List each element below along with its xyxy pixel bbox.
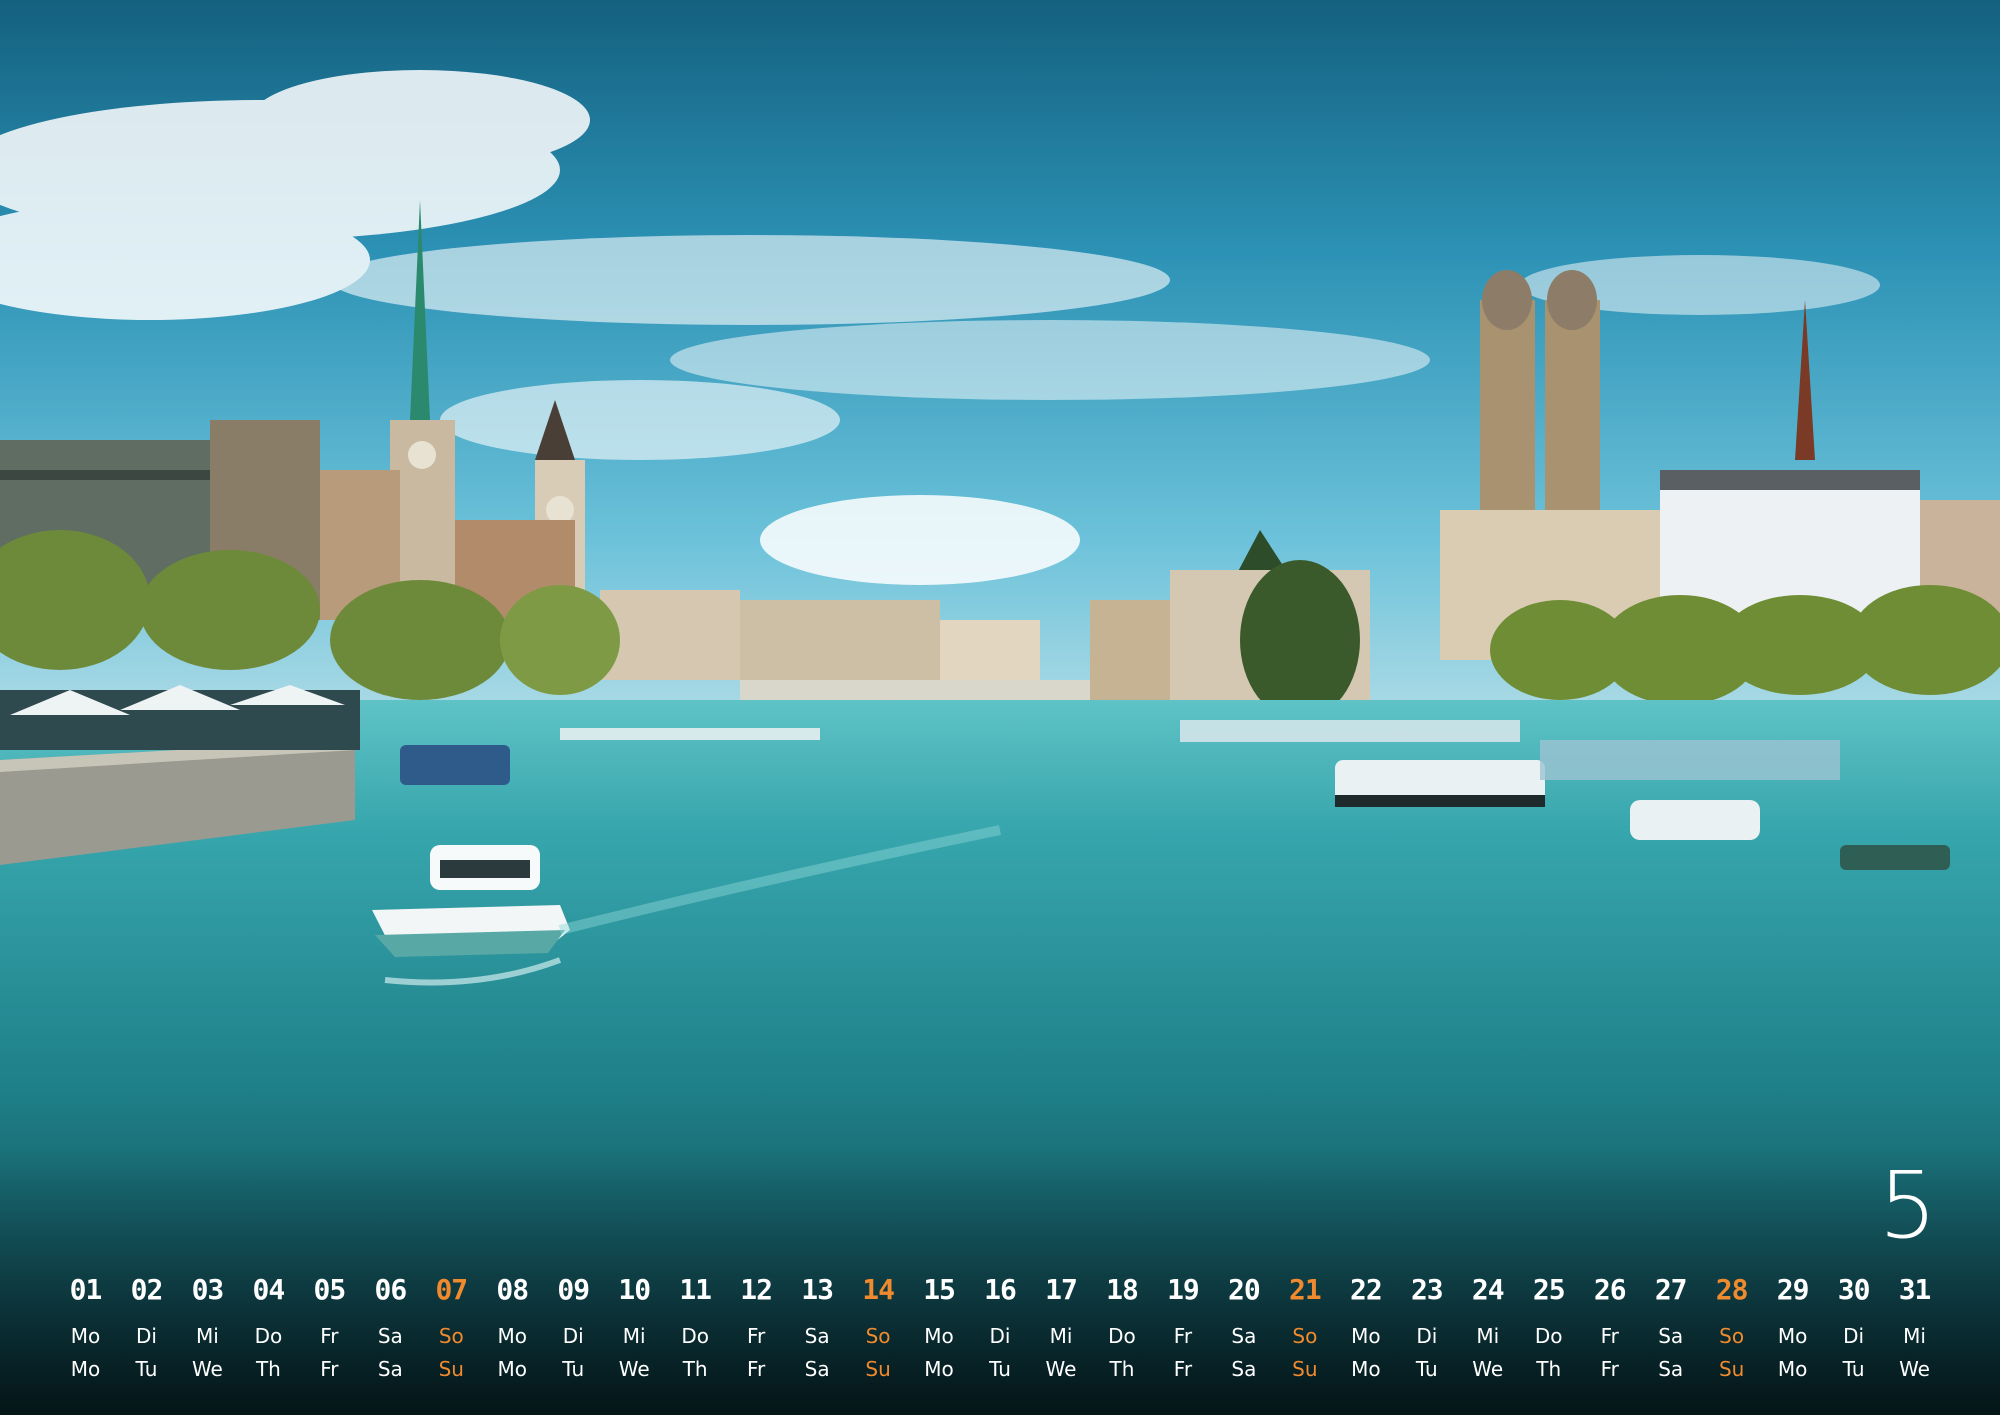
weekday-en: Sa bbox=[1231, 1357, 1257, 1381]
weekday-de: Fr bbox=[747, 1324, 766, 1348]
weekday-de: Mi bbox=[1049, 1324, 1073, 1348]
weekday-en: Su bbox=[1718, 1357, 1745, 1381]
weekday-en: Fr bbox=[1600, 1357, 1619, 1381]
weekday-en: Mo bbox=[70, 1357, 101, 1381]
weekday-en: Tu bbox=[562, 1357, 585, 1381]
weekday-de: So bbox=[1292, 1324, 1318, 1348]
weekday-en: Th bbox=[1109, 1357, 1135, 1381]
weekday-en: Fr bbox=[1173, 1357, 1193, 1381]
day-number: 06 bbox=[374, 1273, 407, 1306]
weekday-de: Sa bbox=[1658, 1324, 1684, 1348]
weekday-en: Tu bbox=[1842, 1357, 1865, 1381]
weekday-de-row: Mo Di Mi Do Fr Sa So Mo Di Mi Do Fr Sa So Mo Di Mi Do Fr Sa… bbox=[55, 1324, 1945, 1348]
weekday-de: Mi bbox=[196, 1324, 219, 1348]
weekday-en: Tu bbox=[1415, 1357, 1438, 1381]
weekday-en: We bbox=[191, 1357, 223, 1381]
weekday-de: Mo bbox=[924, 1324, 954, 1348]
weekday-de: Di bbox=[135, 1324, 157, 1348]
day-number: 25 bbox=[1532, 1273, 1566, 1306]
weekday-de: Do bbox=[1534, 1324, 1563, 1348]
day-number: 21 bbox=[1289, 1273, 1322, 1306]
day-number: 16 bbox=[984, 1273, 1017, 1306]
weekday-de: Do bbox=[254, 1324, 283, 1348]
day-number: 15 bbox=[923, 1273, 956, 1306]
weekday-de: Fr bbox=[1173, 1324, 1193, 1348]
day-number: 23 bbox=[1410, 1273, 1444, 1306]
day-number: 22 bbox=[1349, 1273, 1383, 1306]
weekday-de: So bbox=[865, 1324, 891, 1348]
day-number: 14 bbox=[862, 1273, 895, 1306]
day-number: 28 bbox=[1715, 1273, 1749, 1306]
day-number: 11 bbox=[679, 1273, 712, 1306]
weekday-de: Mo bbox=[497, 1324, 528, 1348]
weekday-de: So bbox=[1719, 1324, 1745, 1348]
day-number: 01 bbox=[69, 1273, 103, 1306]
weekday-de: Mo bbox=[1777, 1324, 1808, 1348]
weekday-de: Do bbox=[681, 1324, 709, 1348]
day-number: 12 bbox=[740, 1273, 773, 1306]
weekday-en: Tu bbox=[989, 1357, 1011, 1381]
weekday-en: Su bbox=[438, 1357, 464, 1381]
day-number: 27 bbox=[1654, 1273, 1688, 1306]
weekday-de: Di bbox=[989, 1324, 1011, 1348]
weekday-en: Fr bbox=[747, 1357, 766, 1381]
day-number: 02 bbox=[130, 1273, 164, 1306]
weekday-en: Sa bbox=[1658, 1357, 1684, 1381]
zurich-river-photo bbox=[0, 0, 2000, 1415]
day-numbers-row: 01 02 03 04 05 06 07 08 09 10 11 12 13 14 15 16 17 18 19 20… bbox=[55, 1273, 1945, 1306]
day-number: 13 bbox=[801, 1273, 834, 1306]
weekday-en: Mo bbox=[497, 1357, 528, 1381]
weekday-de: So bbox=[438, 1324, 464, 1348]
weekday-en: Sa bbox=[804, 1357, 830, 1381]
day-number: 10 bbox=[618, 1273, 651, 1306]
day-number: 20 bbox=[1228, 1273, 1261, 1306]
day-number: 09 bbox=[557, 1273, 590, 1306]
weekday-de: Fr bbox=[1600, 1324, 1619, 1348]
weekday-de: Mi bbox=[1476, 1324, 1500, 1348]
day-number: 04 bbox=[252, 1273, 286, 1306]
weekday-en: Su bbox=[1292, 1357, 1318, 1381]
weekday-en: Tu bbox=[135, 1357, 158, 1381]
day-number: 19 bbox=[1167, 1273, 1200, 1306]
weekday-de: Mo bbox=[70, 1324, 101, 1348]
day-number: 30 bbox=[1837, 1273, 1871, 1306]
day-number: 05 bbox=[313, 1273, 347, 1306]
weekday-en: Su bbox=[865, 1357, 891, 1381]
weekday-de: Di bbox=[1843, 1324, 1865, 1348]
weekday-en: We bbox=[1045, 1357, 1077, 1381]
weekday-de: Mo bbox=[1351, 1324, 1381, 1348]
day-number: 29 bbox=[1776, 1273, 1810, 1306]
weekday-de: Sa bbox=[804, 1324, 830, 1348]
month-number: 5 bbox=[1878, 1152, 1938, 1259]
weekday-en: Sa bbox=[377, 1357, 403, 1381]
weekday-en: Mo bbox=[1777, 1357, 1808, 1381]
weekday-de: Do bbox=[1108, 1324, 1136, 1348]
day-number: 24 bbox=[1471, 1273, 1505, 1306]
weekday-en: Mo bbox=[1351, 1357, 1381, 1381]
weekday-de: Di bbox=[562, 1324, 584, 1348]
day-number: 17 bbox=[1045, 1273, 1078, 1306]
weekday-en: We bbox=[1899, 1357, 1930, 1381]
calendar-strip: 01 02 03 04 05 06 07 08 09 10 11 12 13 14 15 16 17 18 19 20… bbox=[0, 1260, 2000, 1415]
weekday-de: Mi bbox=[622, 1324, 646, 1348]
day-number: 07 bbox=[435, 1273, 468, 1306]
weekday-en: Mo bbox=[924, 1357, 954, 1381]
weekday-en: Th bbox=[255, 1357, 281, 1381]
weekday-en: We bbox=[1472, 1357, 1504, 1381]
day-number: 18 bbox=[1106, 1273, 1139, 1306]
weekday-de: Sa bbox=[377, 1324, 403, 1348]
weekday-de: Sa bbox=[1231, 1324, 1257, 1348]
weekday-en-row: Mo Tu We Th Fr Sa Su Mo Tu We Th Fr Sa Su Mo Tu We Th Fr Sa… bbox=[55, 1357, 1945, 1381]
day-number: 26 bbox=[1593, 1273, 1627, 1306]
weekday-en: Fr bbox=[320, 1357, 339, 1381]
weekday-de: Fr bbox=[320, 1324, 339, 1348]
weekday-de: Mi bbox=[1903, 1324, 1926, 1348]
day-number: 03 bbox=[191, 1273, 225, 1306]
weekday-en: Th bbox=[682, 1357, 708, 1381]
day-number: 31 bbox=[1898, 1273, 1932, 1306]
weekday-en: We bbox=[618, 1357, 650, 1381]
weekday-de: Di bbox=[1416, 1324, 1438, 1348]
weekday-en: Th bbox=[1536, 1357, 1562, 1381]
day-number: 08 bbox=[496, 1273, 529, 1306]
